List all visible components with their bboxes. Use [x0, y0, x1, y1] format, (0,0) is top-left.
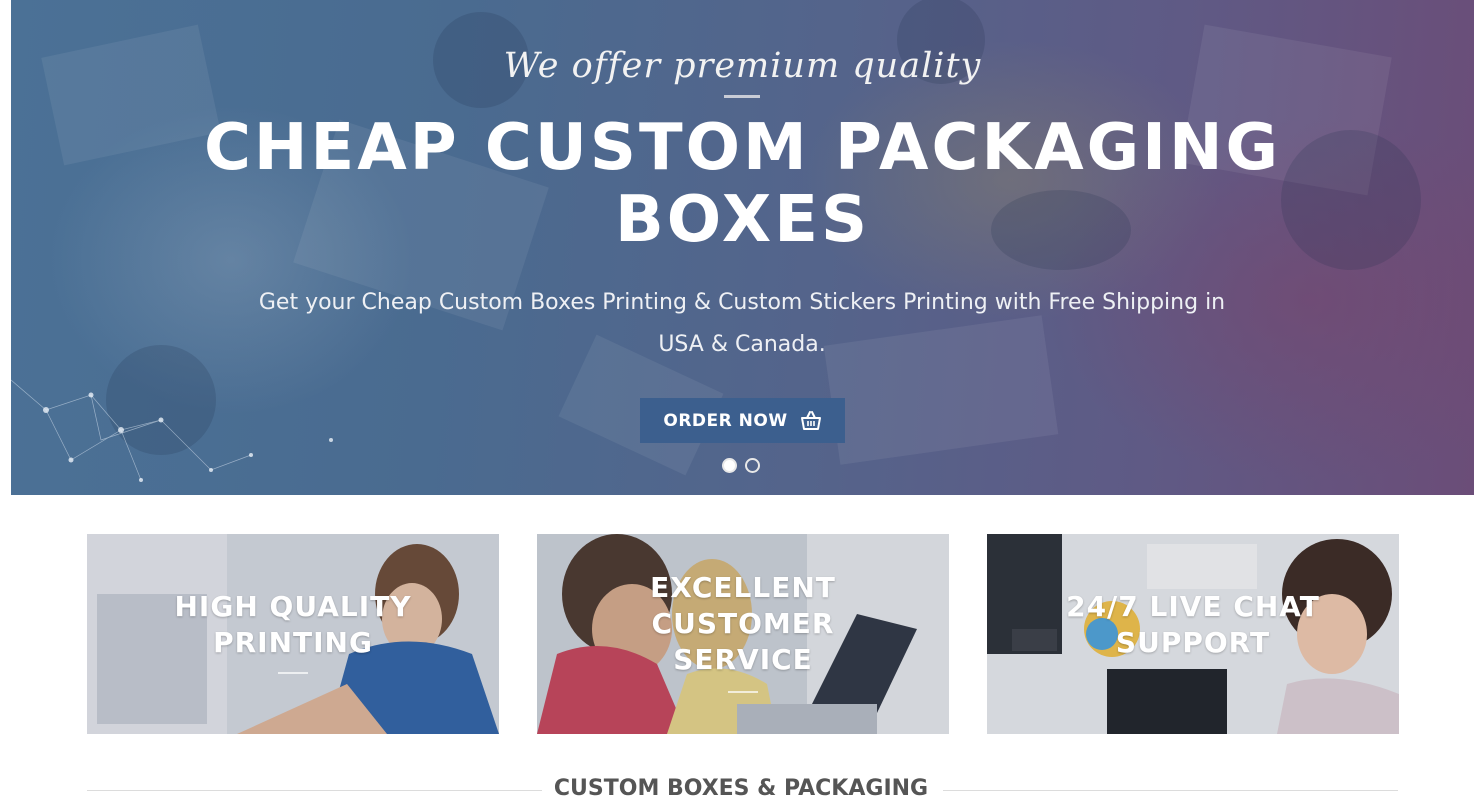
slider-dot-2[interactable] [745, 458, 760, 473]
feature-title-line: PRINTING [213, 626, 373, 659]
order-now-button[interactable]: ORDER NOW [640, 398, 845, 443]
feature-title-line: SERVICE [673, 643, 813, 676]
hero-divider [724, 95, 760, 98]
hero-tagline: We offer premium quality [503, 46, 982, 86]
hero-title-line1: CHEAP CUSTOM PACKAGING [203, 111, 1282, 185]
feature-tile-live-chat[interactable]: 24/7 LIVE CHAT SUPPORT [987, 534, 1399, 734]
hero-subtitle: Get your Cheap Custom Boxes Printing & C… [258, 290, 1226, 357]
order-now-label: ORDER NOW [663, 410, 788, 431]
slider-dot-1[interactable] [722, 458, 737, 473]
feature-title-line: HIGH QUALITY [174, 590, 412, 623]
basket-icon [800, 410, 821, 430]
slider-pagination [722, 458, 760, 473]
feature-title-line: CUSTOMER [651, 607, 835, 640]
hero-title: CHEAP CUSTOM PACKAGING BOXES [11, 112, 1474, 256]
feature-title-customer-service: EXCELLENT CUSTOMER SERVICE [537, 570, 949, 678]
feature-title-quality-printing: HIGH QUALITY PRINTING [87, 589, 499, 661]
hero-title-line2: BOXES [614, 183, 871, 257]
feature-divider [728, 691, 758, 693]
feature-tile-customer-service[interactable]: EXCELLENT CUSTOMER SERVICE [537, 534, 949, 734]
feature-divider [278, 672, 308, 674]
feature-title-line: SUPPORT [1115, 626, 1271, 659]
hero-slider: We offer premium quality CHEAP CUSTOM PA… [11, 0, 1474, 495]
feature-title-live-chat: 24/7 LIVE CHAT SUPPORT [987, 589, 1399, 661]
feature-title-line: EXCELLENT [650, 571, 836, 604]
feature-tile-quality-printing[interactable]: HIGH QUALITY PRINTING [87, 534, 499, 734]
section-heading: CUSTOM BOXES & PACKAGING [553, 776, 929, 801]
feature-title-line: 24/7 LIVE CHAT [1066, 590, 1320, 623]
